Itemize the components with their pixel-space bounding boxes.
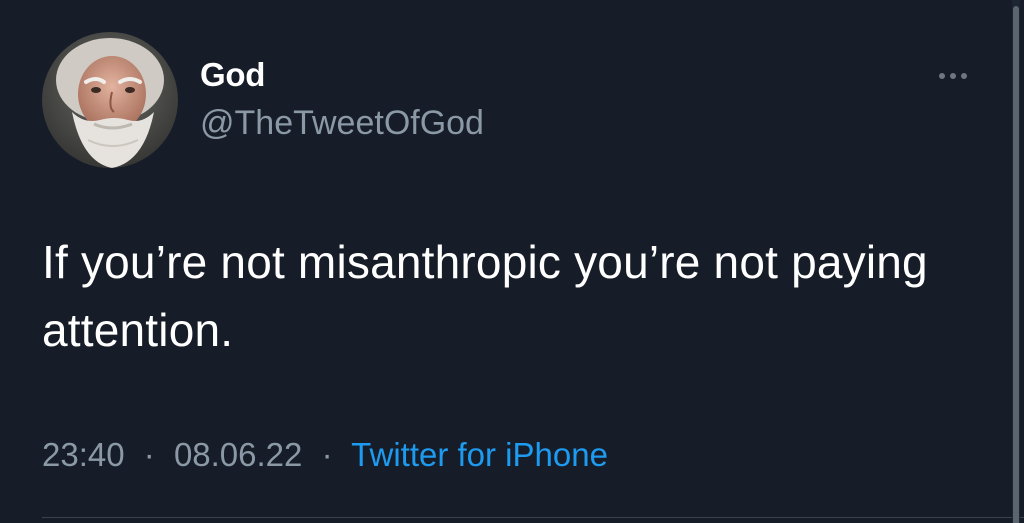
more-horizontal-icon-dot-3: [961, 73, 967, 79]
more-horizontal-icon: [939, 73, 945, 79]
tweet-metadata: 23:40 · 08.06.22 · Twitter for iPhone: [42, 436, 608, 474]
meta-separator-2: ·: [321, 436, 333, 473]
author-display-name[interactable]: God: [200, 56, 265, 94]
author-handle[interactable]: @TheTweetOfGod: [200, 104, 484, 143]
tweet-text: If you’re not misanthropic you’re not pa…: [42, 236, 928, 356]
meta-separator: ·: [143, 436, 155, 473]
tweet-date[interactable]: 08.06.22: [174, 436, 302, 473]
more-options-button[interactable]: [930, 60, 976, 92]
avatar-bearded-man-icon: [42, 32, 178, 168]
tweet-time[interactable]: 23:40: [42, 436, 125, 473]
more-horizontal-icon-dot-2: [950, 73, 956, 79]
divider: [42, 517, 1024, 518]
author-avatar[interactable]: [42, 32, 178, 168]
tweet-source-link[interactable]: Twitter for iPhone: [351, 436, 608, 473]
scrollbar-thumb[interactable]: [1013, 6, 1019, 523]
tweet-card: God @TheTweetOfGod If you’re not misanth…: [0, 0, 1024, 523]
